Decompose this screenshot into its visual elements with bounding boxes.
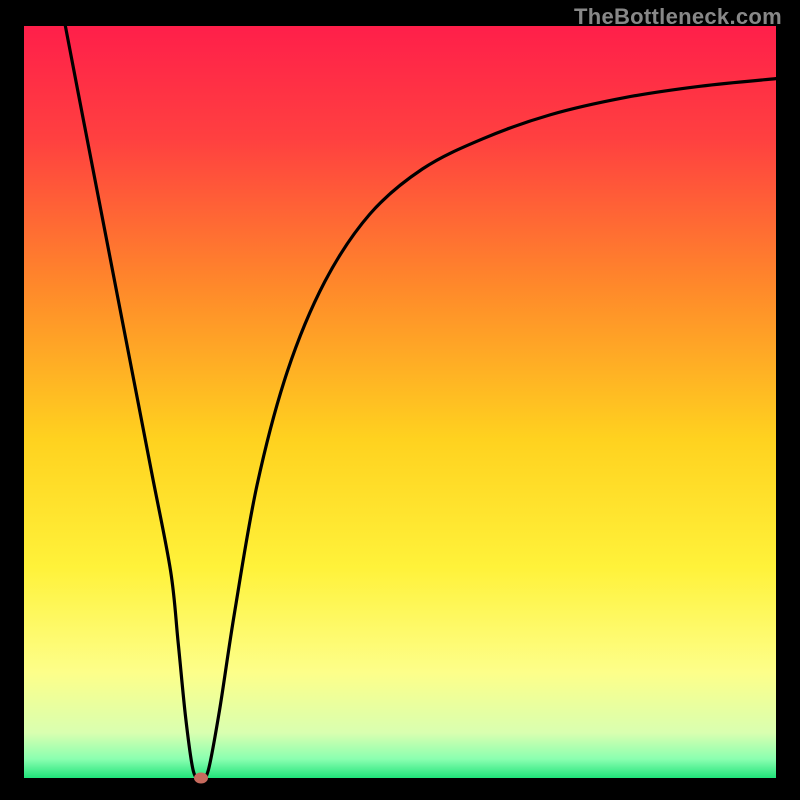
plot-area <box>24 26 776 778</box>
plot-svg <box>24 26 776 778</box>
watermark-label: TheBottleneck.com <box>574 4 782 30</box>
chart-frame: TheBottleneck.com <box>0 0 800 800</box>
optimal-point-marker <box>194 773 208 784</box>
